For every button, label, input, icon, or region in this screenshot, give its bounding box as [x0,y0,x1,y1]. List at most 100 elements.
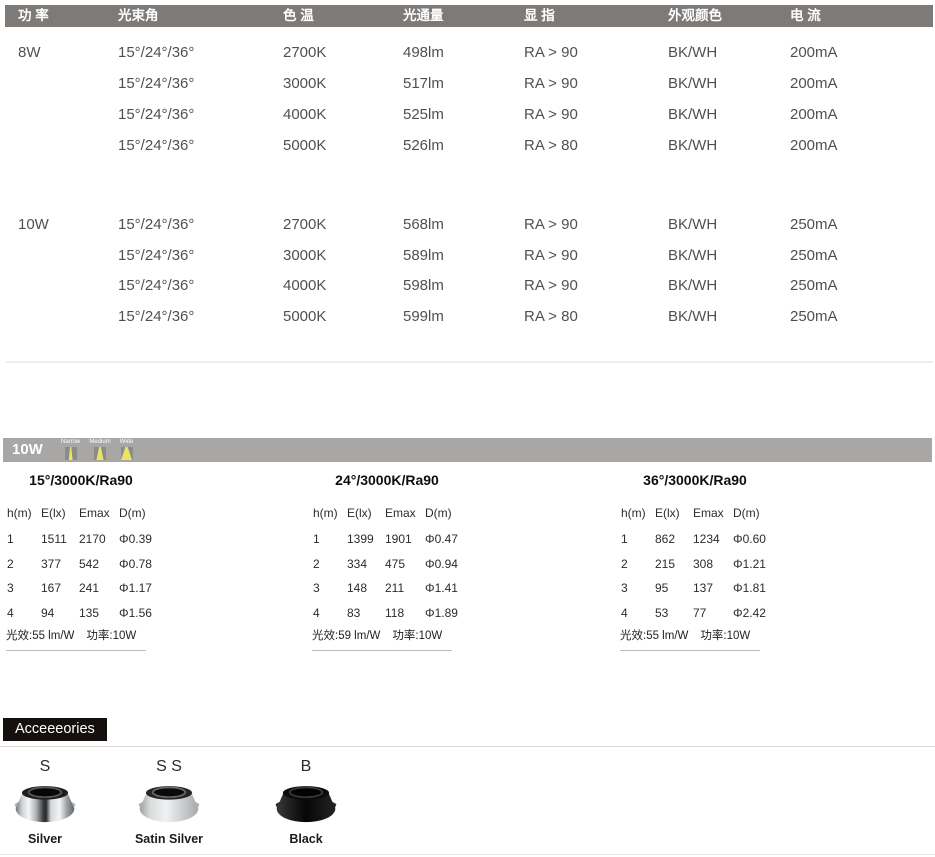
cri-cell: RA > 90 [524,215,578,235]
wide-beam-icon [121,447,133,460]
housing-color-cell: BK/WH [668,246,717,266]
col-h: h(m) [7,506,41,520]
power-value: 功率:10W [392,627,442,643]
narrow-beam-icon [65,447,77,460]
photometric-table-footer: 光效:55 lm/W 功率:10W [6,627,146,651]
photometric-table-title: 36°/3000K/Ra90 [620,472,770,488]
table-row: 2 377 542 Φ0.78 [7,557,163,571]
col-e: E(lx) [655,506,693,520]
current-cell: 250mA [790,307,838,327]
page-bottom-rule [0,854,935,855]
power-cell: 10W [18,215,49,235]
beam-angle-cell: 15°/24°/36° [118,307,194,327]
header-cri: 显 指 [524,5,555,27]
accessory-item-black: B Black [261,757,351,846]
photometric-table-title: 24°/3000K/Ra90 [312,472,462,488]
current-cell: 200mA [790,136,838,156]
cri-cell: RA > 90 [524,276,578,296]
beam-label-narrow: Narrow [61,439,80,446]
h-value: 4 [313,606,347,620]
emax-value: 77 [693,606,733,620]
flux-cell: 517lm [403,74,444,94]
black-ring-image [275,780,337,826]
table-row: 3 95 137 Φ1.81 [621,581,777,595]
h-value: 2 [313,557,347,571]
beam-triangle [121,447,133,460]
d-value: Φ1.21 [733,557,777,571]
table-row: 10W 15°/24°/36° 2700K 568lm RA > 90 BK/W… [5,215,933,235]
e-value: 167 [41,581,79,595]
emax-value: 1901 [385,532,425,546]
h-value: 2 [621,557,655,571]
beam-angle-cell: 15°/24°/36° [118,74,194,94]
cct-cell: 3000K [283,246,326,266]
flux-cell: 525lm [403,105,444,125]
beam-angle-cell: 15°/24°/36° [118,276,194,296]
header-flux: 光通量 [403,5,444,27]
flux-cell: 599lm [403,307,444,327]
table-row: 4 83 118 Φ1.89 [313,606,469,620]
h-value: 3 [7,581,41,595]
efficacy-value: 光效:55 lm/W [6,627,74,643]
accessories-title: Acceeeories [15,721,95,737]
d-value: Φ1.89 [425,606,469,620]
cri-cell: RA > 90 [524,105,578,125]
table-row: 15°/24°/36° 3000K 517lm RA > 90 BK/WH 20… [5,74,933,94]
h-value: 3 [621,581,655,595]
h-value: 2 [7,557,41,571]
flux-cell: 526lm [403,136,444,156]
photometric-table-footer: 光效:59 lm/W 功率:10W [312,627,452,651]
h-value: 1 [621,532,655,546]
cct-cell: 5000K [283,307,326,327]
table-row: 4 53 77 Φ2.42 [621,606,777,620]
table-row: 1 1399 1901 Φ0.47 [313,532,469,546]
photometric-table-header-row: h(m) E(lx) Emax D(m) [313,506,469,520]
d-value: Φ1.81 [733,581,777,595]
e-value: 215 [655,557,693,571]
table-row: 15°/24°/36° 4000K 525lm RA > 90 BK/WH 20… [5,105,933,125]
photometric-section-bar: 10W Narrow Medium Wide [3,438,932,462]
housing-color-cell: BK/WH [668,74,717,94]
col-e: E(lx) [347,506,385,520]
h-value: 1 [313,532,347,546]
beam-group-narrow: Narrow [61,439,80,460]
e-value: 334 [347,557,385,571]
h-value: 3 [313,581,347,595]
cct-cell: 3000K [283,74,326,94]
flux-cell: 498lm [403,43,444,63]
cct-cell: 5000K [283,136,326,156]
accessory-name: Silver [0,832,90,846]
accessories-divider [0,746,935,747]
accessory-item-silver: S Silver [0,757,90,846]
table-row: 15°/24°/36° 5000K 526lm RA > 80 BK/WH 20… [5,136,933,156]
col-h: h(m) [621,506,655,520]
housing-color-cell: BK/WH [668,276,717,296]
emax-value: 118 [385,606,425,620]
e-value: 1511 [41,532,79,546]
d-value: Φ0.47 [425,532,469,546]
d-value: Φ0.39 [119,532,163,546]
e-value: 862 [655,532,693,546]
header-beam-angle: 光束角 [118,5,159,27]
datasheet-page: 功 率 光束角 色 温 光通量 显 指 外观颜色 电 流 8W 15°/24°/… [0,0,935,857]
housing-color-cell: BK/WH [668,215,717,235]
e-value: 1399 [347,532,385,546]
cri-cell: RA > 80 [524,136,578,156]
e-value: 377 [41,557,79,571]
photometric-table-header-row: h(m) E(lx) Emax D(m) [621,506,777,520]
emax-value: 135 [79,606,119,620]
cri-cell: RA > 80 [524,307,578,327]
beam-triangle [65,447,77,460]
d-value: Φ1.41 [425,581,469,595]
beam-label-wide: Wide [120,439,134,446]
table-row: 15°/24°/36° 3000K 589lm RA > 90 BK/WH 25… [5,246,933,266]
d-value: Φ1.56 [119,606,163,620]
d-value: Φ2.42 [733,606,777,620]
housing-color-cell: BK/WH [668,105,717,125]
e-value: 94 [41,606,79,620]
header-housing-color: 外观颜色 [668,5,722,27]
current-cell: 250mA [790,246,838,266]
emax-value: 1234 [693,532,733,546]
power-cell: 8W [18,43,41,63]
power-value: 功率:10W [86,627,136,643]
